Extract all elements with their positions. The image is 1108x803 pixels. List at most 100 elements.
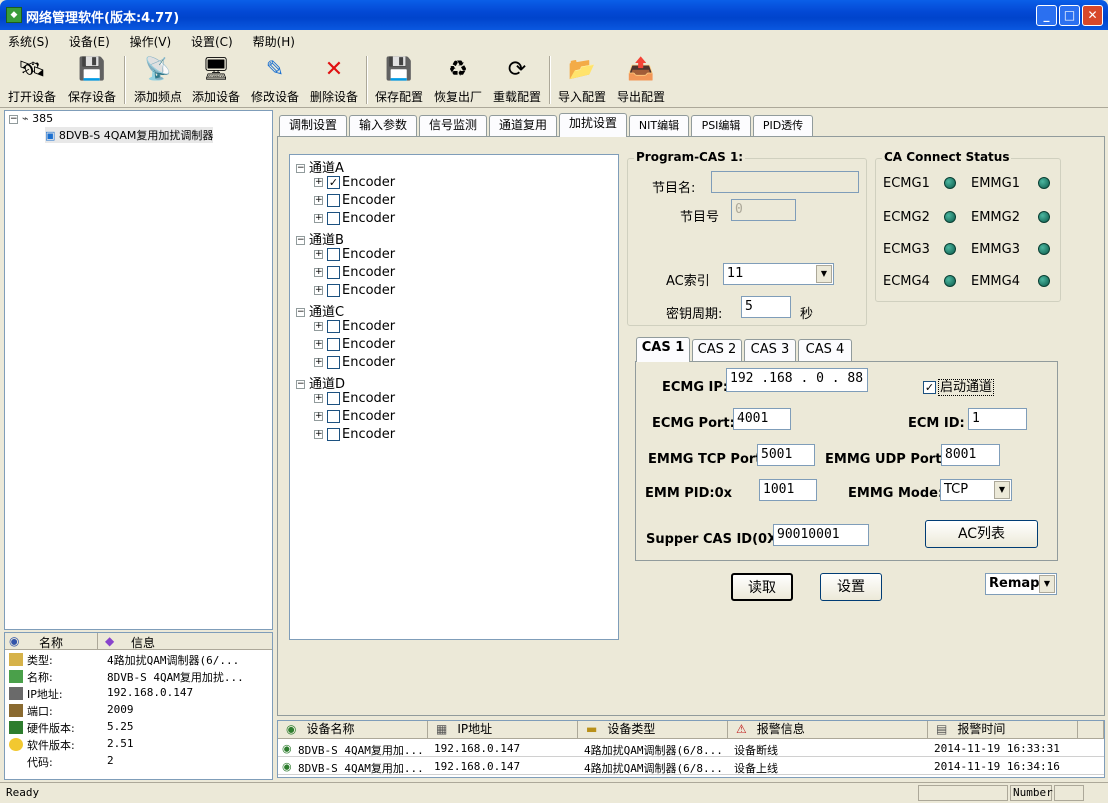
- encoder-checkbox[interactable]: [327, 410, 340, 423]
- channel-b[interactable]: − 通道B: [296, 229, 344, 248]
- alarm-row[interactable]: ◉ 8DVB-S 4QAM复用加... 192.168.0.147 4路加扰QA…: [278, 758, 1104, 775]
- encoder-checkbox[interactable]: [327, 266, 340, 279]
- enable-channel[interactable]: ✓ 启动通道: [923, 376, 995, 396]
- tab-cas2[interactable]: CAS 2: [692, 339, 742, 361]
- collapse-icon[interactable]: −: [296, 380, 305, 389]
- close-button[interactable]: ✕: [1082, 5, 1103, 26]
- collapse-icon[interactable]: −: [296, 236, 305, 245]
- tab-cas4[interactable]: CAS 4: [798, 339, 852, 361]
- collapse-icon[interactable]: −: [296, 164, 305, 173]
- program-name-field[interactable]: [711, 171, 859, 193]
- ac-list-button[interactable]: AC列表: [925, 520, 1038, 548]
- expand-icon[interactable]: +: [314, 430, 323, 439]
- expand-icon[interactable]: +: [314, 286, 323, 295]
- tab-scramble[interactable]: 加扰设置: [559, 113, 627, 137]
- encoder-item[interactable]: + Encoder: [314, 391, 395, 406]
- encoder-checkbox[interactable]: [327, 356, 340, 369]
- ecmg-ip-field[interactable]: 192 .168 . 0 . 88: [726, 368, 868, 392]
- expand-icon[interactable]: +: [314, 250, 323, 259]
- encoder-item[interactable]: + Encoder: [314, 265, 395, 280]
- emmg-udp-field[interactable]: 8001: [941, 444, 1000, 466]
- menu-settings[interactable]: 设置(C): [183, 30, 241, 53]
- reload-config-button[interactable]: ⟳ 重载配置: [487, 54, 547, 106]
- tab-cas3[interactable]: CAS 3: [744, 339, 796, 361]
- menu-help[interactable]: 帮助(H): [245, 30, 303, 53]
- alarm-row[interactable]: ◉ 8DVB-S 4QAM复用加... 192.168.0.147 4路加扰QA…: [278, 740, 1104, 757]
- encoder-item[interactable]: + Encoder: [314, 427, 395, 442]
- expand-icon[interactable]: +: [314, 178, 323, 187]
- key-period-field[interactable]: 5: [741, 296, 791, 318]
- delete-device-button[interactable]: ✕ 删除设备: [304, 54, 364, 106]
- tab-cas1[interactable]: CAS 1: [636, 337, 690, 362]
- tree-device-item[interactable]: ▣ 8DVB-S 4QAM复用加扰调制器: [45, 127, 214, 143]
- collapse-icon[interactable]: −: [296, 308, 305, 317]
- encoder-checkbox[interactable]: ✓: [327, 176, 340, 189]
- expand-icon[interactable]: +: [314, 358, 323, 367]
- tab-psi[interactable]: PSI编辑: [691, 115, 751, 136]
- program-num-field[interactable]: 0: [731, 199, 796, 221]
- save-device-button[interactable]: 💾 保存设备: [62, 54, 122, 106]
- tab-nit[interactable]: NIT编辑: [629, 115, 689, 136]
- set-button[interactable]: 设置: [820, 573, 882, 601]
- enable-channel-checkbox[interactable]: ✓: [923, 381, 936, 394]
- encoder-checkbox[interactable]: [327, 320, 340, 333]
- ecmg-port-field[interactable]: 4001: [733, 408, 791, 430]
- expand-icon[interactable]: +: [314, 340, 323, 349]
- emmg-mode-select[interactable]: TCP ▼: [940, 479, 1012, 501]
- channel-d[interactable]: − 通道D: [296, 373, 345, 392]
- menu-system[interactable]: 系统(S): [0, 30, 57, 53]
- col-device-name[interactable]: ◉ 设备名称: [278, 721, 428, 739]
- export-config-button[interactable]: 📤 导出配置: [611, 54, 671, 106]
- ecm-id-field[interactable]: 1: [968, 408, 1027, 430]
- encoder-checkbox[interactable]: [327, 338, 340, 351]
- encoder-checkbox[interactable]: [327, 194, 340, 207]
- col-alarm-info[interactable]: ⚠ 报警信息: [728, 721, 928, 739]
- tree-root[interactable]: − ⌁ 385: [9, 112, 53, 125]
- col-device-type[interactable]: ▬ 设备类型: [578, 721, 728, 739]
- menu-device[interactable]: 设备(E): [61, 30, 118, 53]
- tab-signal-monitor[interactable]: 信号监测: [419, 115, 487, 136]
- expand-icon[interactable]: +: [314, 268, 323, 277]
- encoder-item[interactable]: + Encoder: [314, 283, 395, 298]
- emmg-tcp-field[interactable]: 5001: [757, 444, 815, 466]
- encoder-checkbox[interactable]: [327, 248, 340, 261]
- restore-factory-button[interactable]: ♻ 恢复出厂: [428, 54, 488, 106]
- encoder-checkbox[interactable]: [327, 392, 340, 405]
- tab-channel-mux[interactable]: 通道复用: [489, 115, 557, 136]
- add-device-button[interactable]: 🖥 添加设备: [186, 54, 246, 106]
- encoder-checkbox[interactable]: [327, 284, 340, 297]
- expand-icon[interactable]: +: [314, 394, 323, 403]
- expand-icon[interactable]: +: [314, 214, 323, 223]
- encoder-item[interactable]: + Encoder: [314, 193, 395, 208]
- tab-modulation[interactable]: 调制设置: [279, 115, 347, 136]
- encoder-item[interactable]: + ✓ Encoder: [314, 175, 395, 190]
- minimize-button[interactable]: _: [1036, 5, 1057, 26]
- import-config-button[interactable]: 📂 导入配置: [552, 54, 612, 106]
- col-alarm-time[interactable]: ▤ 报警时间: [928, 721, 1078, 739]
- super-cas-field[interactable]: 90010001: [773, 524, 869, 546]
- encoder-checkbox[interactable]: [327, 212, 340, 225]
- tab-pid[interactable]: PID透传: [753, 115, 813, 136]
- open-device-button[interactable]: 🛰 打开设备: [2, 54, 62, 106]
- encoder-item[interactable]: + Encoder: [314, 319, 395, 334]
- tab-input[interactable]: 输入参数: [349, 115, 417, 136]
- encoder-checkbox[interactable]: [327, 428, 340, 441]
- expand-icon[interactable]: +: [314, 412, 323, 421]
- read-button[interactable]: 读取: [731, 573, 793, 601]
- encoder-item[interactable]: + Encoder: [314, 247, 395, 262]
- ac-index-select[interactable]: 11 ▼: [723, 263, 834, 285]
- expand-icon[interactable]: +: [314, 196, 323, 205]
- maximize-button[interactable]: □: [1059, 5, 1080, 26]
- col-ip[interactable]: ▦ IP地址: [428, 721, 578, 739]
- remap-select[interactable]: Remap ▼: [985, 573, 1057, 595]
- encoder-item[interactable]: + Encoder: [314, 355, 395, 370]
- collapse-icon[interactable]: −: [9, 114, 18, 124]
- encoder-item[interactable]: + Encoder: [314, 409, 395, 424]
- add-frequency-button[interactable]: 📡 添加频点: [128, 54, 188, 106]
- channel-c[interactable]: − 通道C: [296, 301, 344, 320]
- modify-device-button[interactable]: ✎ 修改设备: [245, 54, 305, 106]
- channel-a[interactable]: − 通道A: [296, 157, 344, 176]
- encoder-item[interactable]: + Encoder: [314, 211, 395, 226]
- encoder-item[interactable]: + Encoder: [314, 337, 395, 352]
- emm-pid-field[interactable]: 1001: [759, 479, 817, 501]
